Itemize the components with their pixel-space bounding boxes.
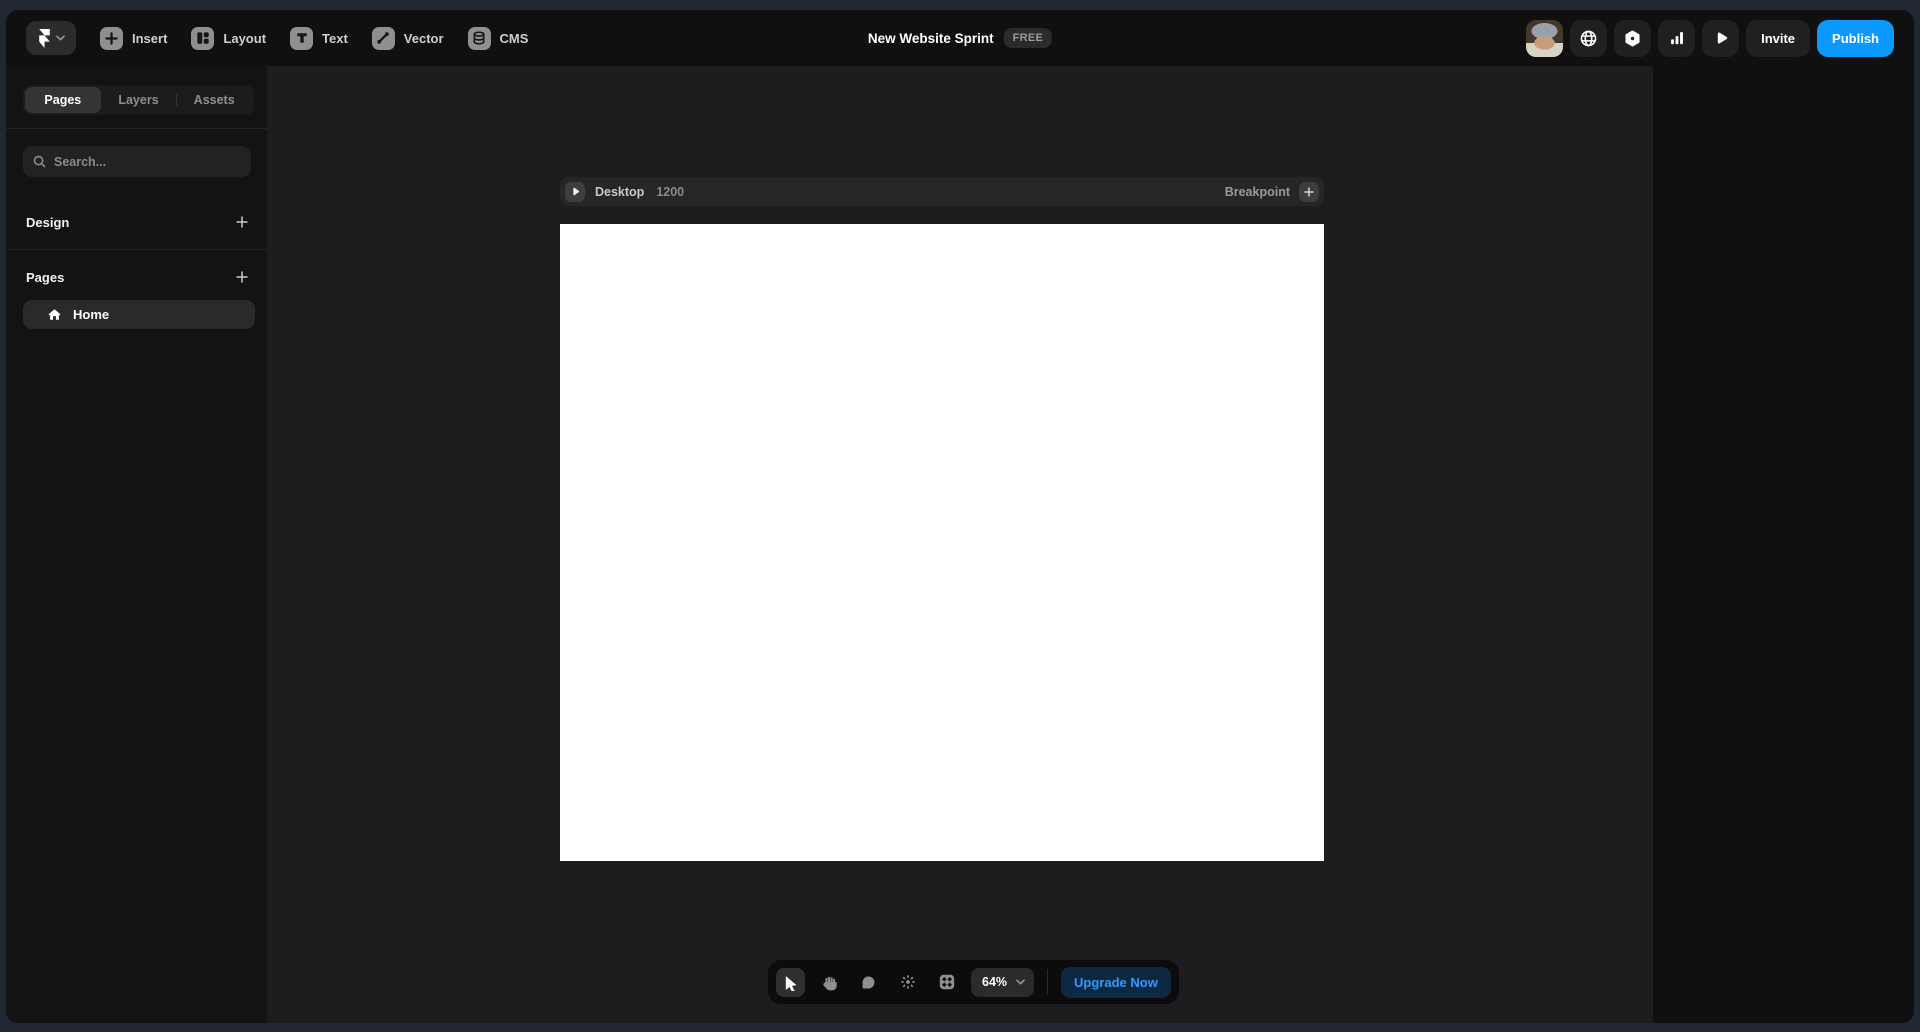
pages-section-row[interactable]: Pages (6, 262, 267, 292)
page-item-label: Home (73, 307, 110, 322)
cursor-icon (782, 974, 799, 991)
framer-logo-menu-button[interactable] (26, 21, 76, 55)
menu-item-label: CMS (499, 30, 529, 46)
layout-menu-item[interactable]: Layout (191, 26, 267, 50)
divider (6, 249, 267, 250)
workspace: Pages Layers Assets Design Pages (6, 66, 1914, 1023)
analytics-icon (1668, 29, 1686, 47)
topbar-menu: Insert Layout Text Vector CMS (100, 26, 529, 50)
section-label: Design (26, 214, 70, 230)
menu-item-label: Text (322, 30, 348, 46)
hand-icon (821, 974, 838, 991)
zoom-level: 64% (982, 975, 1008, 989)
breakpoint-name: Desktop (595, 184, 645, 199)
right-properties-panel (1653, 66, 1914, 1023)
plugins-icon (1623, 29, 1642, 48)
zoom-dropdown[interactable]: 64% (971, 967, 1035, 997)
menu-item-label: Insert (132, 30, 168, 46)
globe-icon (1579, 29, 1598, 48)
effects-tool[interactable] (893, 968, 922, 997)
text-icon (290, 26, 314, 50)
add-design-button[interactable] (231, 211, 253, 233)
topbar: Insert Layout Text Vector CMS New Websit… (6, 10, 1914, 66)
preview-button[interactable] (1702, 19, 1740, 57)
menu-item-label: Layout (223, 30, 267, 46)
sidebar-tab-bar: Pages Layers Assets (23, 85, 254, 115)
page-item-home[interactable]: Home (23, 300, 255, 329)
project-title: New Website Sprint (867, 30, 994, 46)
insert-grid-tool[interactable] (932, 968, 961, 997)
design-section-row[interactable]: Design (6, 207, 267, 237)
app-window: Insert Layout Text Vector CMS New Websit… (6, 10, 1914, 1023)
breakpoint-width: 1200 (656, 184, 685, 199)
section-label: Pages (26, 269, 65, 285)
divider (1047, 969, 1049, 995)
cms-menu-item[interactable]: CMS (467, 26, 529, 50)
hand-tool[interactable] (815, 968, 844, 997)
preview-frame-button[interactable] (565, 181, 585, 202)
menu-item-label: Vector (403, 30, 444, 46)
layout-icon (191, 26, 215, 50)
project-title-group: New Website Sprint FREE (867, 28, 1053, 48)
desktop-design-frame[interactable] (560, 224, 1324, 861)
sun-icon (899, 973, 917, 991)
search-input[interactable] (54, 154, 241, 169)
left-sidebar: Pages Layers Assets Design Pages (6, 66, 267, 1023)
breakpoint-action-label: Breakpoint (1224, 184, 1290, 199)
add-breakpoint-button[interactable] (1299, 181, 1319, 202)
vector-icon (371, 26, 395, 50)
plugins-button[interactable] (1614, 19, 1652, 57)
insert-menu-item[interactable]: Insert (100, 26, 168, 50)
avatar[interactable] (1526, 19, 1564, 57)
upgrade-now-button[interactable]: Upgrade Now (1061, 966, 1171, 998)
breakpoint-label-bar[interactable]: Desktop 1200 Breakpoint (560, 177, 1324, 206)
plan-badge: FREE (1003, 28, 1053, 48)
diamond-grid-icon (938, 973, 956, 991)
comment-tool[interactable] (854, 968, 883, 997)
breakpoint-info: Desktop 1200 (565, 181, 685, 202)
chevron-down-icon (1016, 979, 1025, 985)
search-icon (33, 155, 46, 168)
breakpoint-actions: Breakpoint (1224, 181, 1319, 202)
preview-play-icon (1713, 30, 1729, 46)
search-box[interactable] (23, 146, 251, 177)
chevron-down-icon (55, 35, 65, 41)
vector-menu-item[interactable]: Vector (371, 26, 444, 50)
tab-pages[interactable]: Pages (25, 87, 101, 113)
site-settings-button[interactable] (1570, 19, 1608, 57)
analytics-button[interactable] (1658, 19, 1696, 57)
plus-icon (100, 26, 123, 50)
tab-layers[interactable]: Layers (101, 87, 177, 113)
topbar-right-controls: Invite Publish (1526, 19, 1894, 57)
divider (6, 128, 267, 129)
tab-assets[interactable]: Assets (176, 87, 252, 113)
bottom-toolbar: 64% Upgrade Now (768, 960, 1179, 1004)
text-menu-item[interactable]: Text (290, 26, 348, 50)
invite-button[interactable]: Invite (1746, 19, 1811, 57)
framer-logo-icon (38, 28, 51, 48)
canvas[interactable]: Desktop 1200 Breakpoint 64% Upgrade Now (267, 66, 1653, 1023)
comment-bubble-icon (860, 974, 877, 991)
add-page-button[interactable] (231, 266, 253, 288)
cms-icon (467, 26, 491, 50)
select-tool[interactable] (776, 967, 805, 997)
home-icon (48, 308, 61, 321)
publish-button[interactable]: Publish (1817, 19, 1894, 57)
